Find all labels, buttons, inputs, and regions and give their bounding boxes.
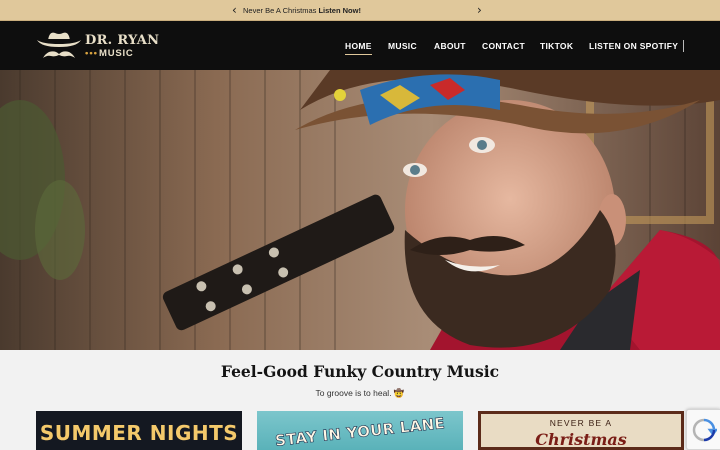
logo-subtitle-text: MUSIC bbox=[98, 48, 134, 59]
nav-about[interactable]: ABOUT bbox=[434, 41, 466, 55]
logo-title: DR. RYAN bbox=[85, 33, 160, 48]
site-logo[interactable]: DR. RYAN •••MUSIC bbox=[35, 27, 165, 65]
nav-music[interactable]: MUSIC bbox=[388, 41, 417, 55]
cowboy-hat-mustache-icon bbox=[37, 32, 81, 58]
chevron-right-icon[interactable]: › bbox=[477, 3, 482, 17]
nav-contact[interactable]: CONTACT bbox=[482, 41, 525, 55]
chevron-left-icon[interactable]: ‹ bbox=[232, 3, 237, 17]
nav-tiktok[interactable]: TIKTOK bbox=[540, 41, 573, 55]
announcement-message[interactable]: Never Be A Christmas Listen Now! bbox=[243, 5, 475, 16]
nav-divider bbox=[683, 40, 684, 52]
nav-spotify[interactable]: LISTEN ON SPOTIFY bbox=[589, 41, 678, 55]
album-card-stay-in-your-lane[interactable]: STAY IN YOUR LANE bbox=[257, 411, 463, 450]
recaptcha-badge[interactable] bbox=[686, 409, 720, 450]
album-title: STAY IN YOUR LANE bbox=[274, 414, 446, 450]
site-header: DR. RYAN •••MUSIC HOME MUSIC ABOUT CONTA… bbox=[0, 21, 720, 70]
hero-image bbox=[0, 70, 720, 350]
logo-dots: ••• bbox=[85, 48, 98, 59]
recaptcha-icon bbox=[692, 418, 717, 442]
album-title-line2: Christmas bbox=[535, 430, 627, 449]
album-title-line1: NEVER BE A bbox=[549, 418, 613, 428]
hero-tagline: Feel-Good Funky Country Music bbox=[220, 362, 500, 381]
announcement-link[interactable]: Listen Now! bbox=[318, 6, 361, 15]
album-card-summer-nights[interactable]: SUMMER NIGHTS bbox=[36, 411, 242, 450]
album-title: SUMMER NIGHTS bbox=[39, 421, 239, 445]
announcement-text: Never Be A Christmas bbox=[243, 6, 317, 15]
artist-portrait-image bbox=[0, 70, 720, 350]
nav-home[interactable]: HOME bbox=[345, 41, 372, 55]
announcement-bar: ‹ Never Be A Christmas Listen Now! › bbox=[0, 0, 720, 21]
logo-subtitle: •••MUSIC bbox=[85, 48, 134, 59]
album-card-never-be-a-christmas[interactable]: NEVER BE A Christmas bbox=[478, 411, 684, 450]
hero-subline: To groove is to heal. 🤠 bbox=[315, 388, 405, 398]
